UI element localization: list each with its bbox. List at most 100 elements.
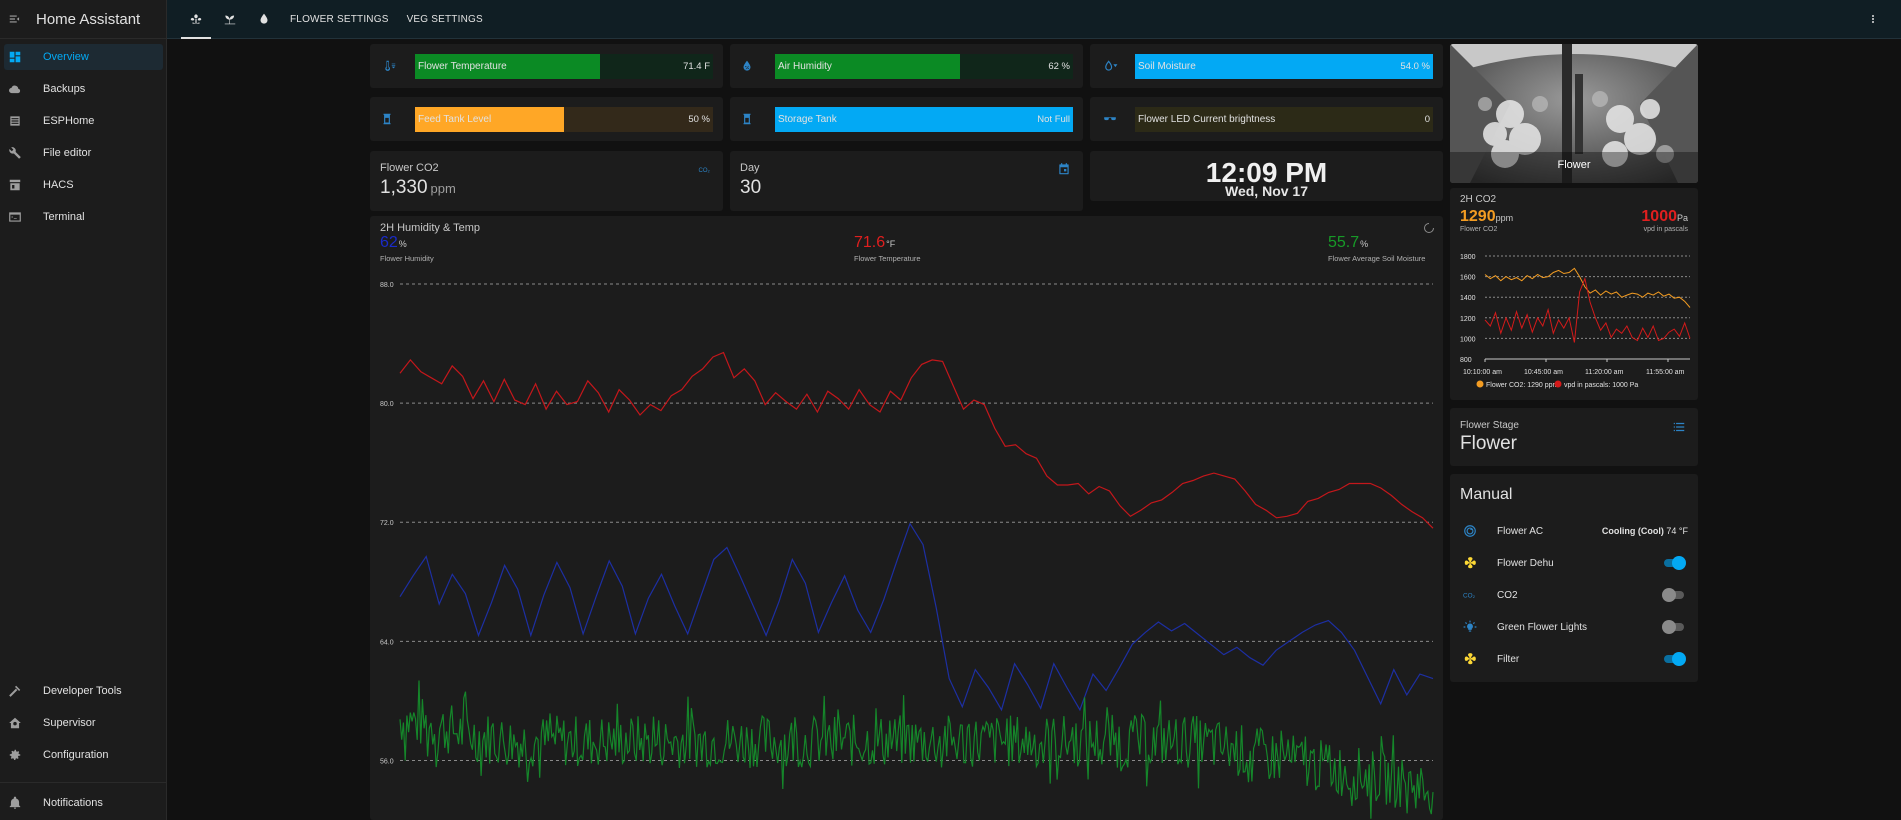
hammer-icon bbox=[8, 684, 22, 698]
toggle-knob bbox=[1662, 588, 1676, 602]
bar-card-air-humidity[interactable]: Air Humidity 62 % bbox=[730, 44, 1083, 88]
tab-veg-settings[interactable]: VEG SETTINGS bbox=[407, 14, 483, 25]
co2-graph-card[interactable]: 2H CO2 1290ppm Flower CO2 1000Pa vpd in … bbox=[1450, 188, 1698, 400]
thermometer-icon bbox=[380, 57, 404, 75]
bar-card-soil-moisture[interactable]: Soil Moisture 54.0 % bbox=[1090, 44, 1443, 88]
bar-card-storage-tank[interactable]: Storage Tank Not Full bbox=[730, 97, 1083, 141]
legend-label: vpd in pascals: 1000 Pa bbox=[1564, 382, 1638, 389]
flower-icon bbox=[190, 14, 202, 24]
home-gear-icon bbox=[8, 716, 22, 730]
row-name: Filter bbox=[1497, 653, 1520, 665]
manual-row-flower-ac[interactable]: Flower AC Cooling (Cool) 74 °F bbox=[1450, 518, 1698, 544]
lightbulb-icon bbox=[1462, 619, 1478, 635]
green-lights-toggle[interactable] bbox=[1662, 620, 1686, 634]
entity-card-day[interactable]: Day 30 bbox=[730, 151, 1083, 211]
sidebar-item-label: Notifications bbox=[43, 797, 103, 809]
water-outline-icon bbox=[1100, 57, 1124, 75]
bar-card-feed-tank[interactable]: Feed Tank Level 50 % bbox=[370, 97, 723, 141]
tank-icon bbox=[380, 110, 404, 128]
format-list-icon bbox=[1672, 420, 1686, 439]
toggle-knob bbox=[1672, 556, 1686, 570]
manual-title: Manual bbox=[1460, 486, 1513, 503]
more-vert-icon[interactable] bbox=[1867, 13, 1879, 25]
bar-value: 62 % bbox=[1048, 61, 1070, 72]
bar-label: Storage Tank bbox=[778, 114, 837, 125]
gear-icon bbox=[8, 748, 22, 762]
camera-label: Flower bbox=[1557, 159, 1591, 171]
sidebar-divider bbox=[0, 782, 167, 783]
humidity-temp-graph-card[interactable]: 2H Humidity & Temp 62% Flower Humidity 7… bbox=[370, 216, 1443, 820]
clock-card: 12:09 PM Wed, Nov 17 bbox=[1090, 151, 1443, 201]
chip-icon bbox=[8, 114, 22, 128]
y-tick-label: 1000 bbox=[1460, 336, 1476, 343]
sunglasses-icon bbox=[1100, 110, 1124, 128]
sidebar-item-backups[interactable]: Backups bbox=[4, 76, 163, 102]
y-tick-label: 56.0 bbox=[380, 758, 394, 765]
bar-value: 0 bbox=[1424, 114, 1430, 125]
tab-flower[interactable] bbox=[179, 0, 213, 39]
y-tick-label: 72.0 bbox=[380, 520, 394, 527]
manual-row-green-lights[interactable]: Green Flower Lights bbox=[1450, 614, 1698, 640]
console-icon bbox=[8, 210, 22, 224]
entity-value: 30 bbox=[740, 177, 762, 198]
co2-unit: ppm bbox=[430, 181, 456, 196]
water-drop-icon bbox=[260, 13, 268, 24]
store-icon bbox=[8, 178, 22, 192]
sidebar-item-hacs[interactable]: HACS bbox=[4, 172, 163, 198]
bar-label: Flower LED Current brightness bbox=[1138, 114, 1276, 125]
sidebar-item-developer-tools[interactable]: Developer Tools bbox=[4, 678, 163, 704]
flower-stage-card[interactable]: Flower Stage Flower bbox=[1450, 408, 1698, 466]
co2-toggle[interactable] bbox=[1662, 588, 1686, 602]
sidebar-item-file-editor[interactable]: File editor bbox=[4, 140, 163, 166]
tab-water[interactable] bbox=[247, 0, 281, 39]
bar-label: Air Humidity bbox=[778, 61, 832, 72]
sidebar-item-label: Configuration bbox=[43, 749, 109, 761]
sidebar-item-esphome[interactable]: ESPHome bbox=[4, 108, 163, 134]
sidebar-item-terminal[interactable]: Terminal bbox=[4, 204, 163, 230]
menu-icon[interactable] bbox=[8, 12, 22, 26]
entity-value: 1,330 ppm bbox=[380, 177, 456, 199]
x-tick-label: 11:55:00 am bbox=[1646, 369, 1685, 376]
legend-label: Flower CO2: 1290 ppm bbox=[1486, 382, 1559, 389]
manual-row-co2[interactable]: CO₂ CO2 bbox=[1450, 582, 1698, 608]
camera-card[interactable]: Flower bbox=[1450, 44, 1698, 183]
bar-value: 50 % bbox=[688, 114, 710, 125]
manual-row-filter[interactable]: Filter bbox=[1450, 646, 1698, 672]
tab-flower-settings[interactable]: FLOWER SETTINGS bbox=[290, 14, 389, 25]
sidebar-item-notifications[interactable]: Notifications bbox=[4, 790, 163, 816]
bar-label: Flower Temperature bbox=[418, 61, 507, 72]
y-tick-label: 1200 bbox=[1460, 316, 1476, 323]
sidebar-item-configuration[interactable]: Configuration bbox=[4, 742, 163, 768]
sidebar-item-overview[interactable]: Overview bbox=[4, 44, 163, 70]
tab-veg[interactable] bbox=[213, 0, 247, 39]
toggle-knob bbox=[1672, 652, 1686, 666]
entity-name: Flower CO2 bbox=[380, 162, 439, 174]
bar-track: Soil Moisture 54.0 % bbox=[1135, 54, 1433, 79]
sidebar-item-label: Overview bbox=[43, 51, 89, 63]
dashboard-icon bbox=[8, 50, 22, 64]
sidebar-header: Home Assistant bbox=[0, 0, 166, 39]
filter-toggle[interactable] bbox=[1662, 652, 1686, 666]
series-line bbox=[399, 680, 1434, 819]
bar-card-led-brightness[interactable]: Flower LED Current brightness 0 bbox=[1090, 97, 1443, 141]
manual-row-flower-dehu[interactable]: Flower Dehu bbox=[1450, 550, 1698, 576]
sprout-icon bbox=[224, 15, 236, 25]
bar-label: Soil Moisture bbox=[1138, 61, 1196, 72]
flower-dehu-toggle[interactable] bbox=[1662, 556, 1686, 570]
sidebar-item-supervisor[interactable]: Supervisor bbox=[4, 710, 163, 736]
humidity-temp-chart: 88.0 80.0 72.0 64.0 56.0 bbox=[380, 282, 1434, 819]
sidebar: Home Assistant Overview Backups ESPHome … bbox=[0, 0, 167, 820]
toggle-knob bbox=[1662, 620, 1676, 634]
bell-icon bbox=[8, 796, 22, 810]
co2-chart: 1800 1600 1400 1200 1000 800 10:10:00 am 10:45:… bbox=[1460, 254, 1691, 389]
sidebar-item-label: Supervisor bbox=[43, 717, 96, 729]
bar-card-flower-temperature[interactable]: Flower Temperature 71.4 F bbox=[370, 44, 723, 88]
cloud-icon bbox=[8, 82, 22, 96]
entity-card-co2[interactable]: Flower CO2 CO₂ 1,330 ppm bbox=[370, 151, 723, 211]
legend-swatch bbox=[1554, 380, 1562, 388]
y-tick-label: 80.0 bbox=[380, 401, 394, 408]
legend-swatch bbox=[1476, 380, 1484, 388]
y-tick-label: 1800 bbox=[1460, 254, 1476, 261]
sidebar-item-label: Backups bbox=[43, 83, 86, 95]
row-name: Flower Dehu bbox=[1497, 557, 1554, 569]
